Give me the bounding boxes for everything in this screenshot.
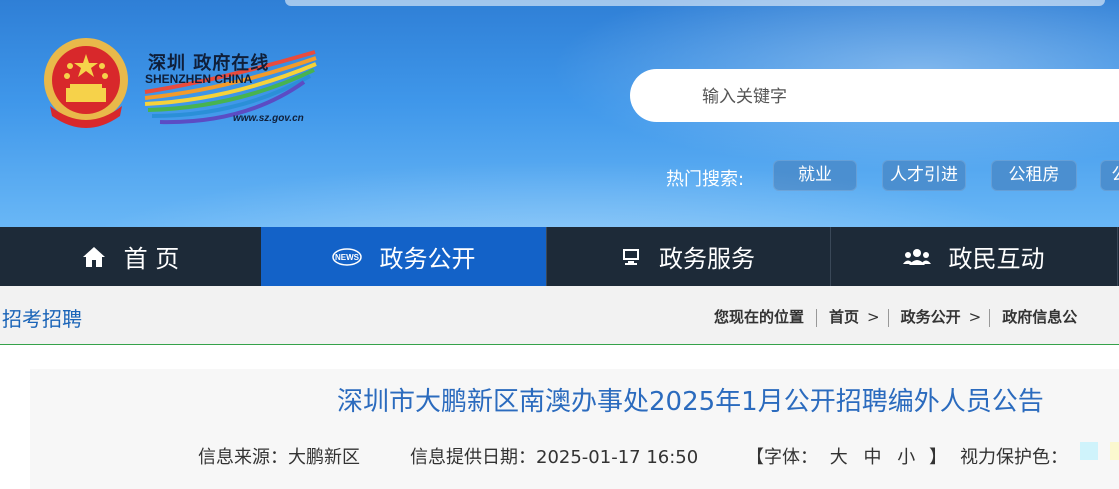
breadcrumb-item-home[interactable]: 首页 bbox=[829, 306, 859, 327]
font-size-small-button[interactable]: 小 bbox=[897, 447, 915, 468]
breadcrumb-separator: > bbox=[867, 308, 880, 326]
main-nav: 首 页 NEWS 政务公开 政务服务 政民互动 bbox=[0, 227, 1119, 286]
nav-item-home[interactable]: 首 页 bbox=[0, 227, 262, 286]
search-input[interactable] bbox=[700, 69, 1104, 124]
article-source: 信息来源：大鹏新区 bbox=[198, 447, 360, 468]
hot-tag-more[interactable]: 公 bbox=[1100, 160, 1119, 191]
logo-url-text: www.sz.gov.cn bbox=[233, 113, 304, 124]
breadcrumb-item-government-info[interactable]: 政府信息公 bbox=[1002, 306, 1077, 327]
font-size-large-button[interactable]: 大 bbox=[830, 447, 848, 468]
article-date: 信息提供日期：2025-01-17 16:50 bbox=[410, 447, 699, 468]
breadcrumb-divider bbox=[816, 308, 818, 327]
hot-tag-talent[interactable]: 人才引进 bbox=[882, 160, 966, 191]
nav-item-label: 政务服务 bbox=[659, 245, 755, 273]
monitor-icon bbox=[623, 248, 639, 265]
font-size-label: 【字体： bbox=[746, 447, 818, 468]
home-icon bbox=[82, 246, 105, 267]
hot-search-label: 热门搜索: bbox=[666, 169, 745, 190]
national-emblem-icon bbox=[44, 38, 128, 128]
breadcrumb-divider bbox=[887, 308, 889, 327]
people-icon bbox=[902, 248, 931, 265]
news-icon: NEWS bbox=[331, 247, 362, 266]
logo-english-text: SHENZHEN CHINA bbox=[145, 72, 253, 86]
breadcrumb-divider bbox=[989, 308, 991, 327]
header-top-strip bbox=[285, 0, 1105, 6]
hot-tag-employment[interactable]: 就业 bbox=[773, 160, 857, 191]
breadcrumb-location-label: 您现在的位置 bbox=[714, 308, 805, 326]
eye-color-yellow-swatch[interactable] bbox=[1110, 442, 1119, 460]
nav-item-label: 政务公开 bbox=[379, 245, 476, 273]
article-title: 深圳市大鹏新区南澳办事处2025年1月公开招聘编外人员公告 bbox=[337, 387, 1044, 417]
hot-tag-public-housing[interactable]: 公租房 bbox=[991, 160, 1077, 191]
font-size-control: 【字体： 大 中 小 】 bbox=[746, 443, 947, 469]
breadcrumb-bar: 招考招聘 您现在的位置 首页 > 政务公开 > 政府信息公 bbox=[0, 286, 1119, 345]
breadcrumb-separator: > bbox=[968, 308, 982, 326]
search-box bbox=[630, 69, 1119, 124]
svg-text:NEWS: NEWS bbox=[335, 253, 360, 262]
nav-item-label: 政民互动 bbox=[948, 245, 1045, 273]
article-header: 深圳市大鹏新区南澳办事处2025年1月公开招聘编外人员公告 信息来源：大鹏新区 … bbox=[30, 369, 1119, 489]
breadcrumb: 您现在的位置 首页 > 政务公开 > 政府信息公 bbox=[714, 306, 1077, 327]
nav-item-label: 首 页 bbox=[123, 245, 180, 273]
nav-item-public-interaction[interactable]: 政民互动 bbox=[830, 227, 1118, 286]
site-header: 深圳 政府在线 SHENZHEN CHINA www.sz.gov.cn 热门搜… bbox=[0, 0, 1119, 227]
eye-protection-label: 视力保护色： bbox=[960, 447, 1068, 468]
nav-item-government-services[interactable]: 政务服务 bbox=[546, 227, 831, 286]
font-size-label-close: 】 bbox=[928, 447, 947, 468]
eye-color-cyan-swatch[interactable] bbox=[1080, 442, 1098, 460]
font-size-medium-button[interactable]: 中 bbox=[863, 447, 881, 468]
nav-item-government-affairs[interactable]: NEWS 政务公开 bbox=[261, 227, 547, 286]
section-title[interactable]: 招考招聘 bbox=[2, 303, 82, 332]
breadcrumb-item-government-affairs[interactable]: 政务公开 bbox=[901, 306, 961, 327]
